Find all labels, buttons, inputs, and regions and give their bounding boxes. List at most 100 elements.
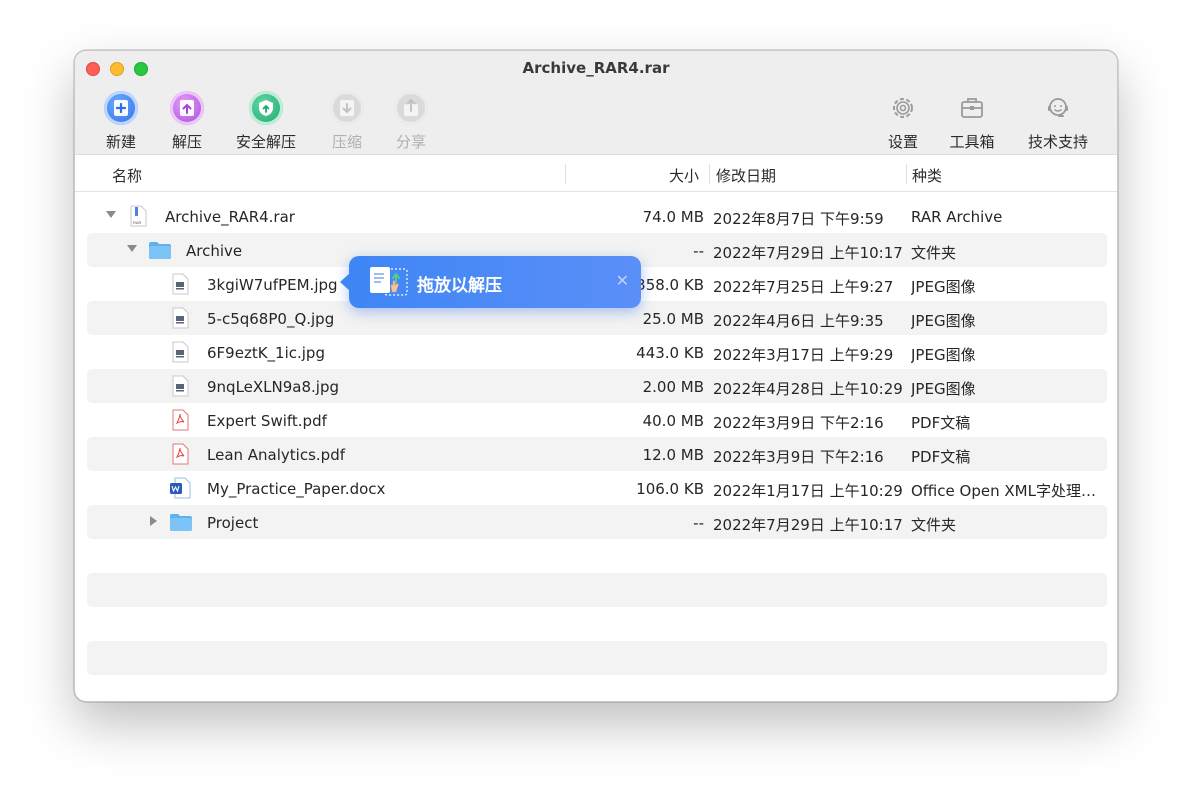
disclosure-triangle-icon[interactable] (106, 211, 116, 218)
file-kind: JPEG图像 (911, 312, 976, 330)
extract-icon (170, 91, 204, 125)
table-row[interactable]: Lean Analytics.pdf 12.0 MB 2022年3月9日 下午2… (87, 437, 1107, 471)
file-size: -- (693, 514, 704, 532)
app-window: Archive_RAR4.rar 新建 解压 安全解压 压缩 分享 设置 工具箱… (74, 50, 1118, 702)
toolbox-icon (955, 91, 989, 125)
table-row[interactable]: My_Practice_Paper.docx 106.0 KB 2022年1月1… (87, 471, 1107, 505)
file-name: Expert Swift.pdf (207, 412, 327, 430)
table-row[interactable]: 9nqLeXLN9a8.jpg 2.00 MB 2022年4月28日 上午10:… (87, 369, 1107, 403)
jpeg-file-icon (172, 341, 189, 363)
file-date: 2022年4月28日 上午10:29 (713, 380, 903, 398)
column-size-header[interactable]: 大小 (669, 165, 699, 186)
file-kind: RAR Archive (911, 208, 1003, 226)
table-row[interactable]: 6F9eztK_1ic.jpg 443.0 KB 2022年3月17日 上午9:… (87, 335, 1107, 369)
column-name-header[interactable]: 名称 (112, 165, 142, 186)
file-size: 2.00 MB (642, 378, 704, 396)
table-row[interactable]: Expert Swift.pdf 40.0 MB 2022年3月9日 下午2:1… (87, 403, 1107, 437)
file-kind: 文件夹 (911, 516, 957, 534)
compress-button[interactable]: 压缩 (325, 91, 369, 152)
safe-extract-label: 安全解压 (235, 133, 296, 151)
tooltip-close-icon[interactable]: ✕ (616, 271, 629, 290)
shield-icon (249, 91, 283, 125)
folder-icon (170, 514, 192, 531)
column-header-bar: 名称 大小 修改日期 种类 (75, 156, 1117, 192)
file-kind: PDF文稿 (911, 448, 971, 466)
new-label: 新建 (105, 133, 136, 151)
file-date: 2022年3月9日 下午2:16 (713, 414, 884, 432)
file-name: 5-c5q68P0_Q.jpg (207, 310, 335, 328)
share-label: 分享 (395, 133, 426, 151)
pdf-file-icon (172, 443, 189, 465)
column-divider[interactable] (906, 164, 907, 184)
window-title: Archive_RAR4.rar (522, 59, 670, 77)
new-archive-icon (104, 91, 138, 125)
file-date: 2022年1月17日 上午10:29 (713, 482, 903, 500)
toolbox-label: 工具箱 (949, 133, 995, 151)
file-kind: JPEG图像 (911, 346, 976, 364)
rar-file-icon: RAR (130, 205, 147, 227)
compress-label: 压缩 (331, 133, 362, 151)
column-date-header[interactable]: 修改日期 (716, 165, 776, 186)
file-date: 2022年7月25日 上午9:27 (713, 278, 894, 296)
file-name: My_Practice_Paper.docx (207, 480, 386, 498)
table-row[interactable]: RAR Archive_RAR4.rar 74.0 MB 2022年8月7日 下… (87, 199, 1107, 233)
file-date: 2022年4月6日 上午9:35 (713, 312, 884, 330)
svg-text:RAR: RAR (133, 220, 142, 225)
file-date: 2022年7月29日 上午10:17 (713, 244, 903, 262)
folder-icon (149, 242, 171, 259)
file-name: 3kgiW7ufPEM.jpg (207, 276, 338, 294)
table-row[interactable]: Project -- 2022年7月29日 上午10:17 文件夹 (87, 505, 1107, 539)
gear-icon (886, 91, 920, 125)
file-name: Archive_RAR4.rar (165, 208, 295, 226)
tooltip-text: 拖放以解压 (417, 276, 502, 296)
file-date: 2022年8月7日 下午9:59 (713, 210, 884, 228)
empty-row (87, 641, 1107, 675)
file-size: 74.0 MB (642, 208, 704, 226)
share-icon (394, 91, 428, 125)
file-size: 443.0 KB (636, 344, 704, 362)
column-divider[interactable] (709, 164, 710, 184)
settings-button[interactable]: 设置 (883, 91, 923, 152)
file-date: 2022年7月29日 上午10:17 (713, 516, 903, 534)
file-name: 6F9eztK_1ic.jpg (207, 344, 325, 362)
drag-file-icon (370, 267, 408, 296)
titlebar: Archive_RAR4.rar 新建 解压 安全解压 压缩 分享 设置 工具箱… (75, 51, 1117, 155)
disclosure-triangle-icon[interactable] (127, 245, 137, 252)
file-size: 25.0 MB (642, 310, 704, 328)
toolbox-button[interactable]: 工具箱 (945, 91, 999, 152)
file-date: 2022年3月9日 下午2:16 (713, 448, 884, 466)
compress-icon (330, 91, 364, 125)
file-kind: JPEG图像 (911, 380, 976, 398)
support-button[interactable]: 技术支持 (1025, 91, 1091, 152)
jpeg-file-icon (172, 375, 189, 397)
file-kind: Office Open XML字处理… (911, 482, 1096, 500)
file-name: Lean Analytics.pdf (207, 446, 345, 464)
jpeg-file-icon (172, 307, 189, 329)
file-kind: 文件夹 (911, 244, 957, 262)
file-name: Project (207, 514, 259, 532)
settings-label: 设置 (887, 133, 918, 151)
column-divider[interactable] (565, 164, 566, 184)
extract-label: 解压 (171, 133, 202, 151)
file-size: 106.0 KB (636, 480, 704, 498)
jpeg-file-icon (172, 273, 189, 295)
file-name: Archive (186, 242, 243, 260)
file-name: 9nqLeXLN9a8.jpg (207, 378, 340, 396)
tooltip-arrow (340, 273, 350, 291)
share-button[interactable]: 分享 (389, 91, 433, 152)
new-button[interactable]: 新建 (99, 91, 143, 152)
safe-extract-button[interactable]: 安全解压 (231, 91, 301, 152)
support-label: 技术支持 (1027, 133, 1088, 151)
extract-button[interactable]: 解压 (165, 91, 209, 152)
disclosure-triangle-icon[interactable] (150, 516, 157, 526)
pdf-file-icon (172, 409, 189, 431)
word-file-icon (170, 477, 191, 499)
file-date: 2022年3月17日 上午9:29 (713, 346, 894, 364)
file-size: 12.0 MB (642, 446, 704, 464)
file-size: 40.0 MB (642, 412, 704, 430)
file-kind: JPEG图像 (911, 278, 976, 296)
headset-icon (1041, 91, 1075, 125)
column-kind-header[interactable]: 种类 (912, 165, 942, 186)
file-kind: PDF文稿 (911, 414, 971, 432)
empty-row (87, 573, 1107, 607)
